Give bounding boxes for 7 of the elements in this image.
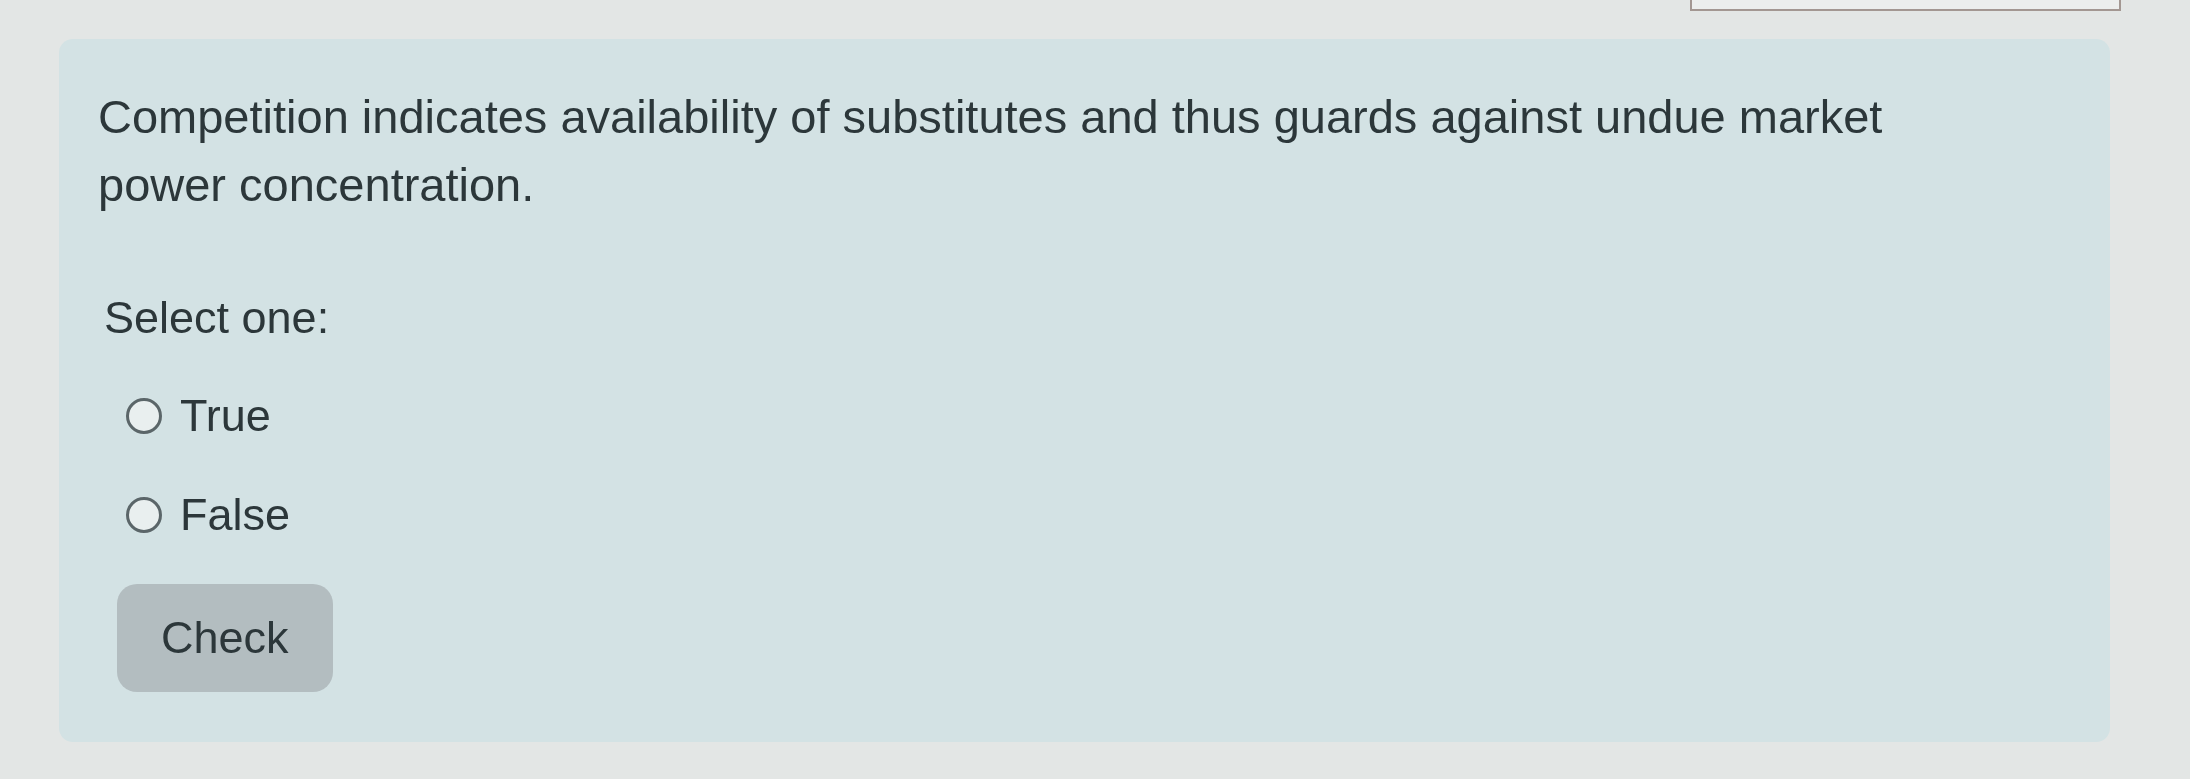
radio-button[interactable] (126, 398, 162, 434)
option-label[interactable]: False (180, 481, 291, 549)
question-text: Competition indicates availability of substitutes and thus guards against undue market power concentration. (98, 89, 1884, 213)
check-button[interactable]: Check (117, 584, 333, 692)
option-label[interactable]: True (180, 382, 271, 450)
radio-button[interactable] (126, 497, 162, 533)
select-prompt: Select one: (104, 291, 330, 345)
